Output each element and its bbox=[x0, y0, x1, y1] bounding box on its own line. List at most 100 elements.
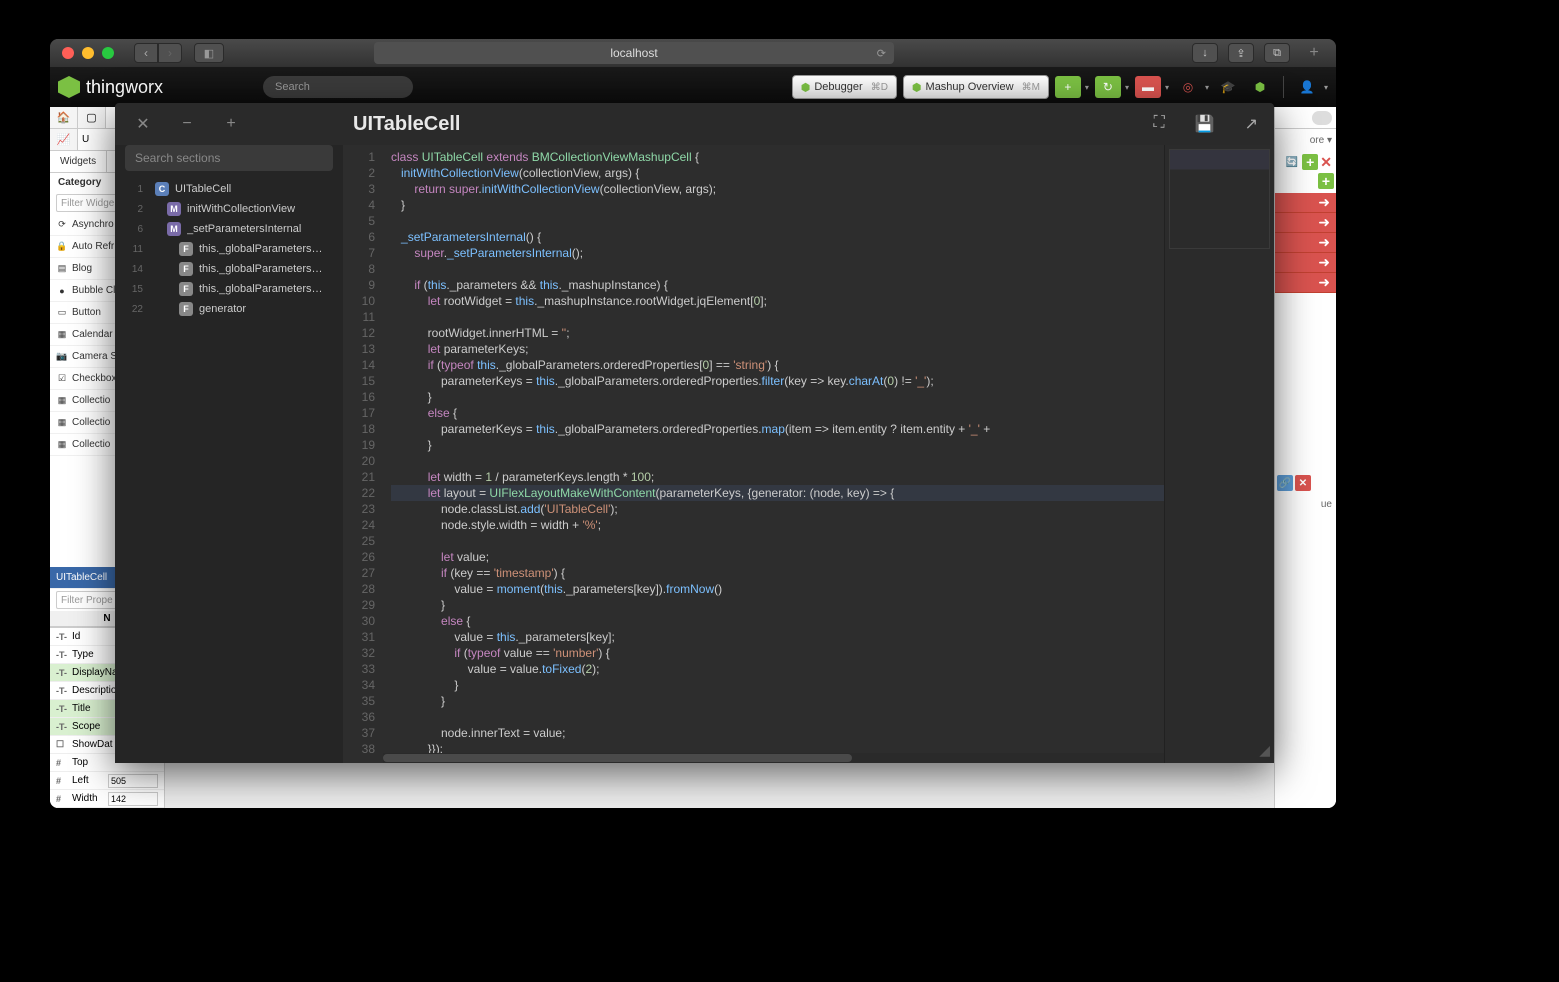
code-line[interactable]: if (typeof value == 'number') { bbox=[391, 645, 1164, 661]
action-arrow[interactable]: ➜ bbox=[1275, 253, 1336, 273]
code-line[interactable]: else { bbox=[391, 613, 1164, 629]
share-icon[interactable]: ⇪ bbox=[1228, 43, 1254, 63]
minimap[interactable] bbox=[1164, 145, 1274, 763]
code-line[interactable]: super._setParametersInternal(); bbox=[391, 245, 1164, 261]
resize-handle-icon[interactable]: ◢ bbox=[1259, 742, 1270, 759]
downloads-icon[interactable]: ↓ bbox=[1192, 43, 1218, 63]
cube-icon[interactable]: ⬢ bbox=[1247, 76, 1273, 98]
close-window-icon[interactable] bbox=[62, 47, 74, 59]
code-line[interactable]: if (this._parameters && this._mashupInst… bbox=[391, 277, 1164, 293]
code-line[interactable]: } bbox=[391, 389, 1164, 405]
outline-item[interactable]: 2MinitWithCollectionView bbox=[115, 199, 343, 219]
action-arrow[interactable]: ➜ bbox=[1275, 193, 1336, 213]
code-line[interactable]: } bbox=[391, 597, 1164, 613]
add-icon[interactable]: + bbox=[1302, 154, 1318, 170]
delete-icon[interactable]: ✕ bbox=[1320, 154, 1332, 171]
outline-item[interactable]: 11Fthis._globalParameters… bbox=[115, 239, 343, 259]
code-line[interactable]: } bbox=[391, 197, 1164, 213]
code-line[interactable]: value = moment(this._parameters[key]).fr… bbox=[391, 581, 1164, 597]
new-tab-button[interactable]: + bbox=[1304, 43, 1324, 63]
outline-item[interactable]: 15Fthis._globalParameters… bbox=[115, 279, 343, 299]
code-line[interactable]: rootWidget.innerHTML = ''; bbox=[391, 325, 1164, 341]
debugger-button[interactable]: ⬢ Debugger ⌘D bbox=[792, 75, 897, 99]
maximize-window-icon[interactable] bbox=[102, 47, 114, 59]
sidebar-toggle-button[interactable]: ◧ bbox=[194, 43, 224, 63]
add-icon[interactable]: + bbox=[1318, 173, 1334, 189]
refresh-icon[interactable]: ↻ bbox=[1095, 76, 1121, 98]
prop-value[interactable]: 505 bbox=[108, 774, 158, 788]
code-line[interactable]: } bbox=[391, 693, 1164, 709]
code-line[interactable]: let value; bbox=[391, 549, 1164, 565]
code-line[interactable] bbox=[391, 453, 1164, 469]
prop-row[interactable]: #Width142 bbox=[50, 790, 164, 808]
code-line[interactable]: class UITableCell extends BMCollectionVi… bbox=[391, 149, 1164, 165]
prop-row[interactable]: #Left505 bbox=[50, 772, 164, 790]
code-line[interactable]: value = this._parameters[key]; bbox=[391, 629, 1164, 645]
code-line[interactable]: node.style.width = width + '%'; bbox=[391, 517, 1164, 533]
forward-button[interactable]: › bbox=[158, 43, 182, 63]
action-arrow[interactable]: ➜ bbox=[1275, 273, 1336, 293]
code-line[interactable]: } bbox=[391, 437, 1164, 453]
tabs-icon[interactable]: ⧉ bbox=[1264, 43, 1290, 63]
minimize-tab-icon[interactable]: − bbox=[175, 112, 199, 136]
code-line[interactable]: parameterKeys = this._globalParameters.o… bbox=[391, 373, 1164, 389]
action-arrow[interactable]: ➜ bbox=[1275, 233, 1336, 253]
outline-item[interactable]: 22Fgenerator bbox=[115, 299, 343, 319]
dropdown-icon[interactable]: ▾ bbox=[1165, 83, 1169, 92]
code-line[interactable]: else { bbox=[391, 405, 1164, 421]
url-bar[interactable]: localhost ⟳ bbox=[374, 42, 894, 64]
code-line[interactable]: } bbox=[391, 677, 1164, 693]
fullscreen-icon[interactable]: ⛶ bbox=[1153, 114, 1164, 134]
delete-icon[interactable]: ✕ bbox=[1295, 475, 1311, 491]
action-arrow[interactable]: ➜ bbox=[1275, 213, 1336, 233]
target-icon[interactable]: ◎ bbox=[1175, 76, 1201, 98]
code-line[interactable]: let rootWidget = this._mashupInstance.ro… bbox=[391, 293, 1164, 309]
code-line[interactable] bbox=[391, 309, 1164, 325]
outline-item[interactable]: 6M_setParametersInternal bbox=[115, 219, 343, 239]
dropdown-icon[interactable]: ▾ bbox=[1125, 83, 1129, 92]
code-line[interactable]: value = value.toFixed(2); bbox=[391, 661, 1164, 677]
code-line[interactable]: if (typeof this._globalParameters.ordere… bbox=[391, 357, 1164, 373]
flag-icon[interactable]: ▬ bbox=[1135, 76, 1161, 98]
code-area[interactable]: 1234567891011121314151617181920212223242… bbox=[343, 145, 1274, 763]
academy-icon[interactable]: 🎓 bbox=[1215, 76, 1241, 98]
code-line[interactable]: parameterKeys = this._globalParameters.o… bbox=[391, 421, 1164, 437]
horizontal-scrollbar[interactable] bbox=[383, 753, 1164, 763]
outline-list[interactable]: 1CUITableCell2MinitWithCollectionView6M_… bbox=[115, 179, 343, 763]
back-button[interactable]: ‹ bbox=[134, 43, 158, 63]
dropdown-icon[interactable]: ▾ bbox=[1205, 83, 1209, 92]
toggle-switch[interactable] bbox=[1312, 111, 1332, 125]
tab-widgets[interactable]: Widgets bbox=[50, 151, 107, 172]
share-icon[interactable]: ↗ bbox=[1245, 114, 1258, 134]
new-tab-icon[interactable]: + bbox=[219, 112, 243, 136]
scrollbar-thumb[interactable] bbox=[383, 754, 852, 762]
code-line[interactable] bbox=[391, 533, 1164, 549]
code-line[interactable]: let width = 1 / parameterKeys.length * 1… bbox=[391, 469, 1164, 485]
search-input[interactable]: Search bbox=[263, 76, 413, 98]
code-line[interactable]: return super.initWithCollectionView(coll… bbox=[391, 181, 1164, 197]
outline-item[interactable]: 14Fthis._globalParameters… bbox=[115, 259, 343, 279]
reload-icon[interactable]: ⟳ bbox=[877, 47, 886, 60]
close-tab-icon[interactable]: ✕ bbox=[131, 112, 155, 136]
code-line[interactable]: let parameterKeys; bbox=[391, 341, 1164, 357]
link-icon[interactable]: 🔗 bbox=[1277, 475, 1293, 491]
code-line[interactable] bbox=[391, 261, 1164, 277]
code-line[interactable]: let layout = UIFlexLayoutMakeWithContent… bbox=[391, 485, 1164, 501]
code-line[interactable]: initWithCollectionView(collectionView, a… bbox=[391, 165, 1164, 181]
code-line[interactable]: node.classList.add('UITableCell'); bbox=[391, 501, 1164, 517]
add-icon[interactable]: + bbox=[1055, 76, 1081, 98]
prop-value[interactable]: 142 bbox=[108, 792, 158, 806]
user-icon[interactable]: 👤 bbox=[1294, 76, 1320, 98]
minimize-window-icon[interactable] bbox=[82, 47, 94, 59]
refresh-icon[interactable]: 🔄 bbox=[1286, 157, 1298, 168]
mashup-overview-button[interactable]: ⬢ Mashup Overview ⌘M bbox=[903, 75, 1049, 99]
code-line[interactable]: if (key == 'timestamp') { bbox=[391, 565, 1164, 581]
window-icon[interactable]: ▢ bbox=[78, 107, 106, 128]
save-icon[interactable]: 💾 bbox=[1195, 114, 1215, 134]
chart-icon[interactable]: 📈 bbox=[50, 129, 78, 150]
code-line[interactable] bbox=[391, 709, 1164, 725]
search-sections-input[interactable]: Search sections bbox=[125, 145, 333, 171]
dropdown-icon[interactable]: ▾ bbox=[1324, 83, 1328, 92]
dropdown-icon[interactable]: ▾ bbox=[1085, 83, 1089, 92]
code-line[interactable]: _setParametersInternal() { bbox=[391, 229, 1164, 245]
